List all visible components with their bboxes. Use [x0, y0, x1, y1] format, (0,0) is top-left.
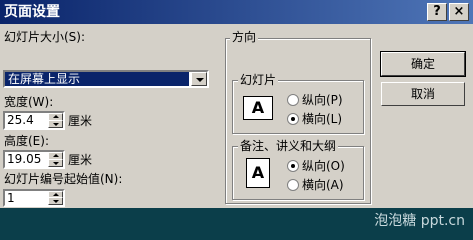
- slides-landscape-label[interactable]: 横向(L): [302, 112, 342, 126]
- cancel-button[interactable]: 取消: [381, 82, 465, 106]
- orientation-group-label: 方向: [230, 30, 259, 44]
- notes-landscape-radio[interactable]: [287, 179, 299, 191]
- notes-group-label: 备注、讲义和大纲: [238, 139, 339, 153]
- slide-size-value: 在屏幕上显示: [5, 72, 189, 86]
- notes-orientation-preview-icon: A: [246, 158, 270, 188]
- dropdown-arrow-button[interactable]: [191, 72, 207, 86]
- chevron-down-icon: [196, 78, 204, 82]
- help-button[interactable]: ?: [427, 3, 447, 21]
- page-setup-dialog: 页面设置 ? × 幻灯片大小(S): 在屏幕上显示 宽度(W): 25.4 厘米…: [0, 0, 473, 208]
- arrow-down-icon: [53, 200, 59, 203]
- slides-portrait-radio[interactable]: [287, 94, 299, 106]
- start-number-spinbox[interactable]: 1: [3, 189, 65, 207]
- title-bar[interactable]: 页面设置 ? ×: [0, 0, 473, 24]
- close-button[interactable]: ×: [449, 3, 469, 21]
- preview-letter: A: [251, 163, 265, 182]
- arrow-up-icon: [53, 115, 59, 118]
- arrow-up-icon: [53, 154, 59, 157]
- slide-size-dropdown[interactable]: 在屏幕上显示: [3, 70, 209, 88]
- watermark-text: 泡泡糖 ppt.cn: [374, 213, 465, 229]
- height-spinbox[interactable]: 19.05: [3, 150, 65, 169]
- arrow-down-icon: [53, 162, 59, 165]
- width-decrement-button[interactable]: [48, 120, 63, 128]
- height-label: 高度(E):: [4, 134, 49, 148]
- slides-portrait-label[interactable]: 纵向(P): [302, 93, 343, 107]
- slide-orientation-preview-icon: A: [243, 96, 273, 120]
- preview-letter: A: [251, 98, 265, 117]
- notes-portrait-label[interactable]: 纵向(O): [302, 159, 345, 173]
- width-label: 宽度(W):: [4, 95, 54, 109]
- start-number-label: 幻灯片编号起始值(N):: [4, 172, 123, 186]
- width-unit: 厘米: [68, 114, 93, 128]
- slide-size-label: 幻灯片大小(S):: [4, 30, 86, 44]
- dialog-title: 页面设置: [4, 4, 60, 20]
- slides-landscape-radio[interactable]: [287, 113, 299, 125]
- arrow-down-icon: [53, 123, 59, 126]
- notes-portrait-radio[interactable]: [287, 160, 299, 172]
- start-number-value: 1: [7, 191, 15, 205]
- height-value: 19.05: [7, 152, 42, 166]
- width-value: 25.4: [7, 113, 34, 127]
- arrow-up-icon: [53, 193, 59, 196]
- height-decrement-button[interactable]: [48, 159, 63, 167]
- start-number-decrement-button[interactable]: [48, 197, 63, 205]
- ok-button[interactable]: 确定: [380, 51, 466, 77]
- width-spinbox[interactable]: 25.4: [3, 111, 65, 130]
- notes-landscape-label[interactable]: 横向(A): [302, 178, 344, 192]
- height-unit: 厘米: [68, 153, 93, 167]
- slides-group-label: 幻灯片: [238, 73, 279, 87]
